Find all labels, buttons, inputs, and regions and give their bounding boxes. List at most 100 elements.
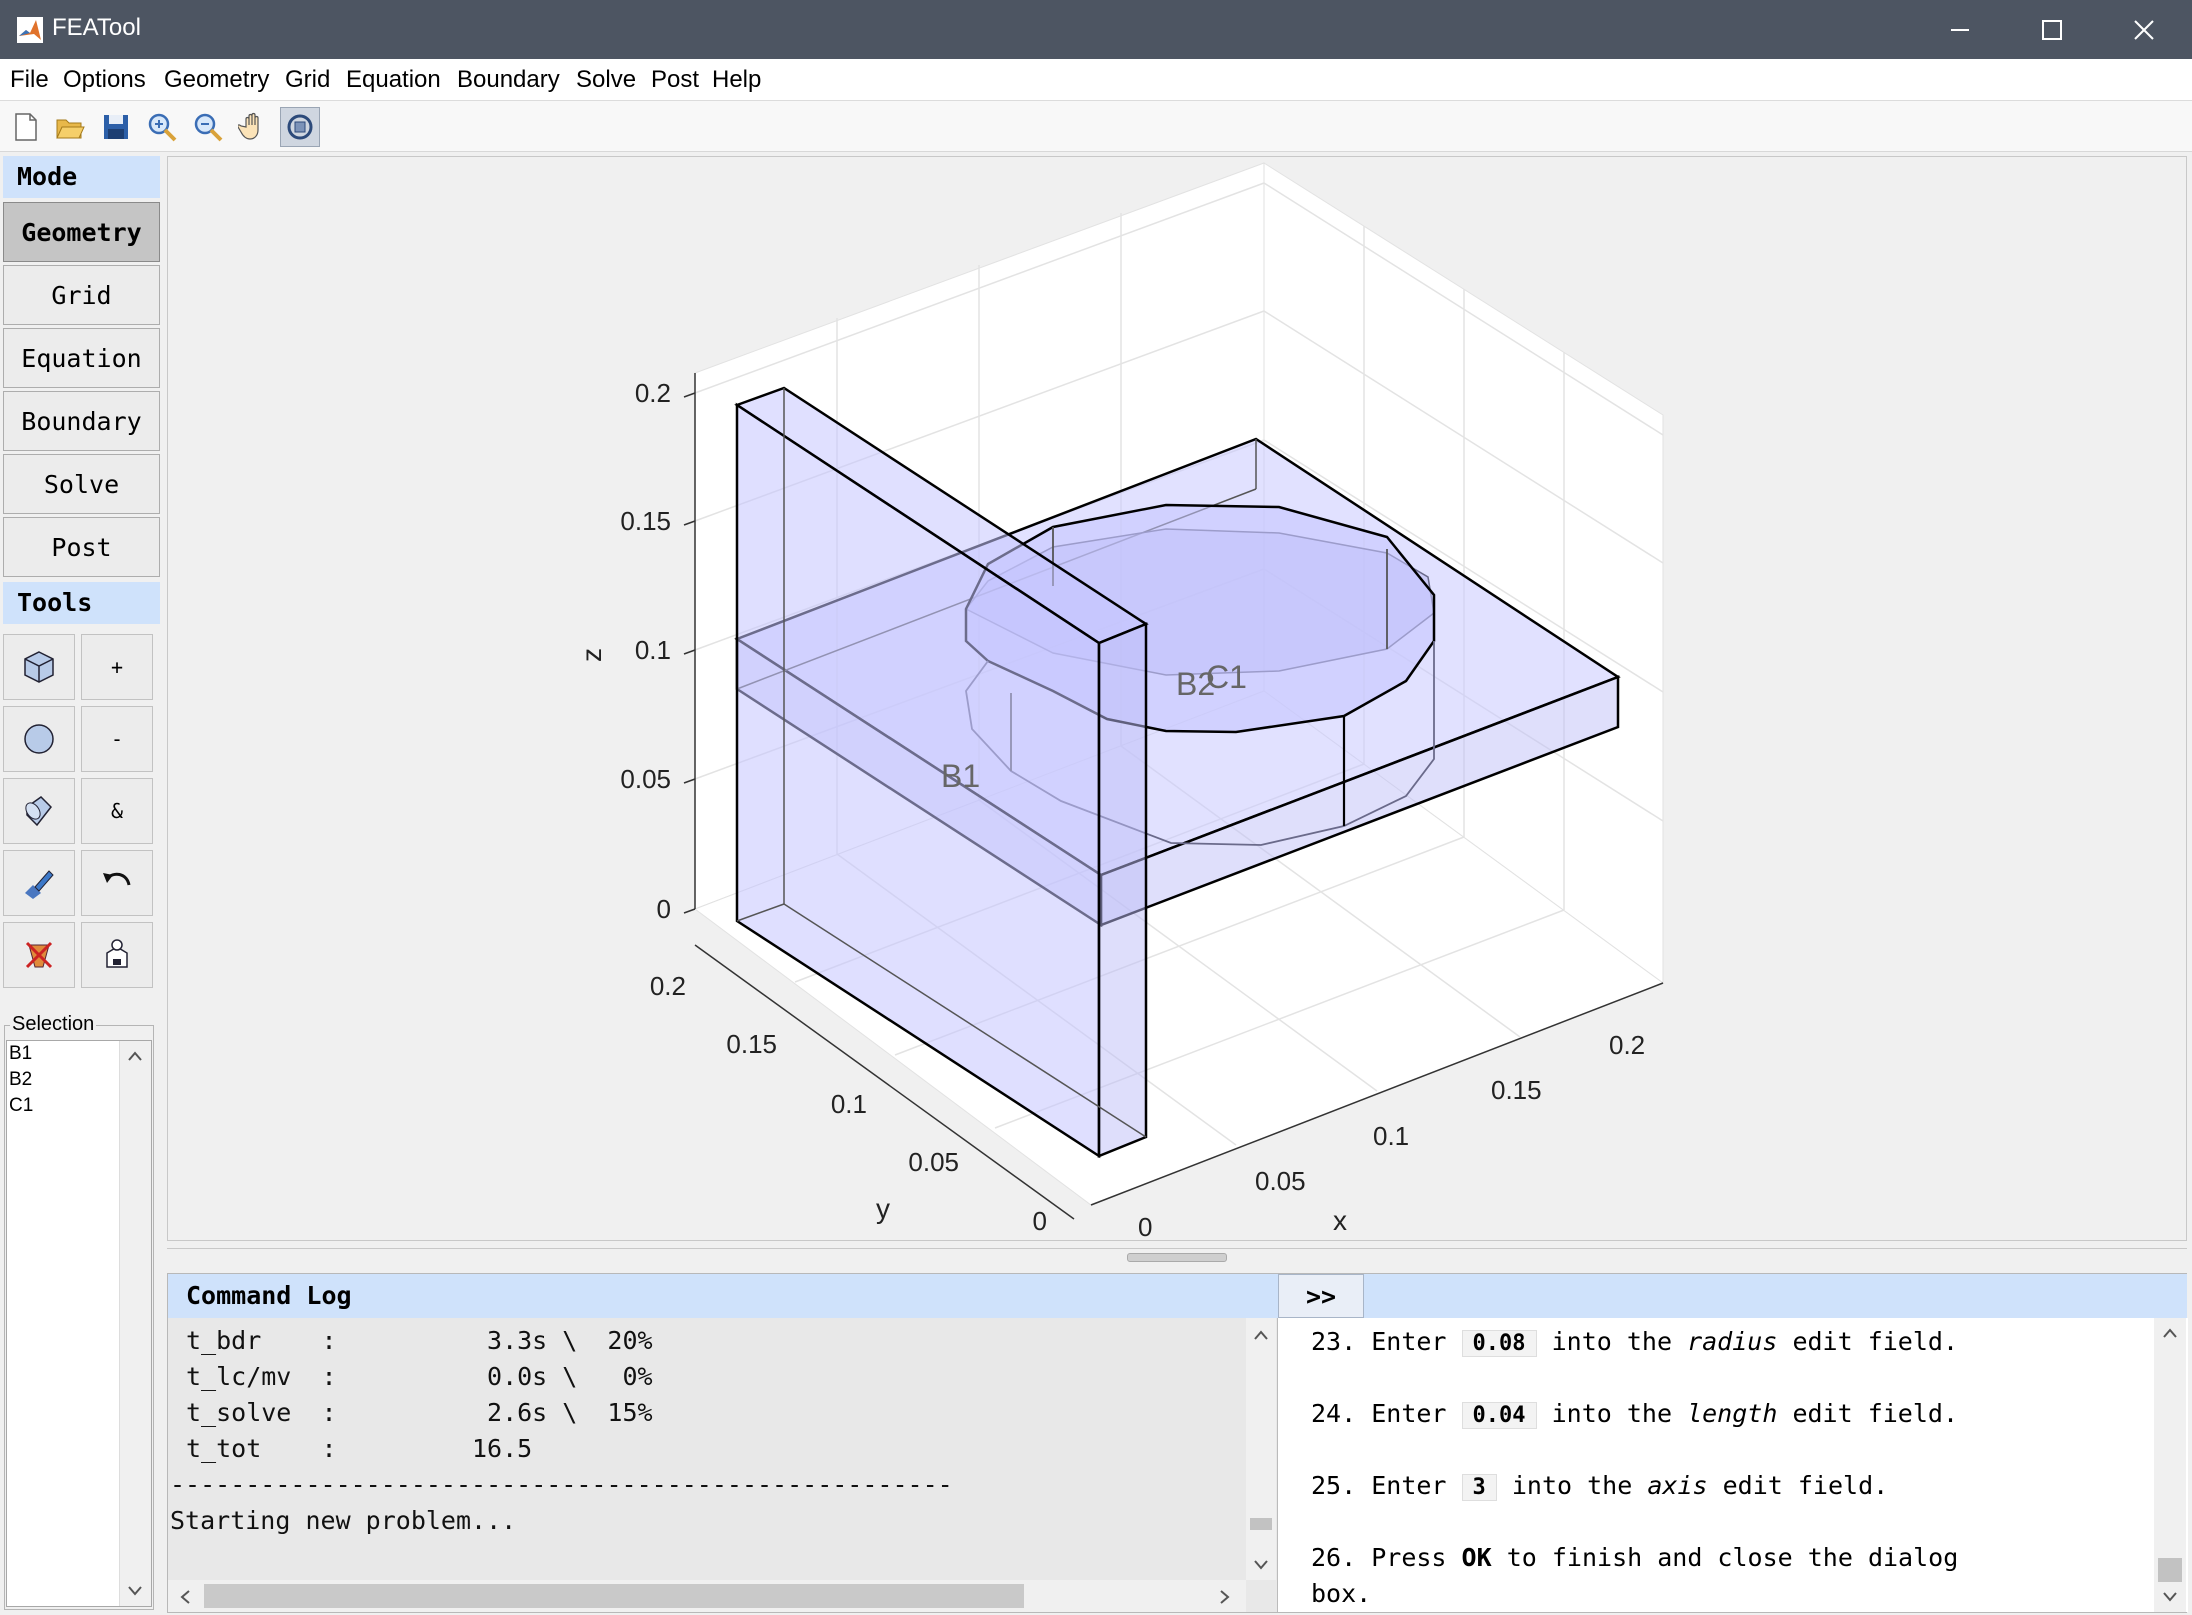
y-tick-0.2: 0.2: [650, 971, 686, 1001]
union-button[interactable]: +: [81, 634, 153, 700]
selection-listbox[interactable]: B1 B2 C1: [6, 1040, 152, 1607]
log-line: t_solve : 2.6s \ 15%: [186, 1398, 653, 1427]
menu-help[interactable]: Help: [712, 66, 761, 94]
command-log-text[interactable]: t_bdr : 3.3s \ 20% t_lc/mv : 0.0s \ 0% t…: [168, 1318, 1278, 1612]
menu-boundary[interactable]: Boundary: [457, 66, 560, 94]
instruction-step-24: 24. Enter 0.04 into the length edit fiel…: [1311, 1399, 1959, 1429]
minimize-button[interactable]: [1914, 0, 2006, 59]
log-scroll-thumb[interactable]: [1250, 1518, 1272, 1530]
geometry-plot-axes[interactable]: C1 B2 B1 0.2 0.15 0.1 0.05 0 0.2 0.15 0.…: [167, 156, 2188, 1242]
cube-icon: [24, 651, 54, 683]
x-axis-label: x: [1333, 1205, 1347, 1236]
log-horizontal-scrollbar[interactable]: [168, 1580, 1246, 1612]
close-button[interactable]: [2098, 0, 2190, 59]
y-tick-0.15: 0.15: [726, 1029, 777, 1059]
z-tick-0.05: 0.05: [620, 764, 671, 794]
log-vertical-scrollbar[interactable]: [1246, 1318, 1276, 1580]
minimize-icon: [1951, 28, 1969, 31]
instructions-header: [1364, 1274, 2187, 1318]
instruction-step-25: 25. Enter 3 into the axis edit field.: [1311, 1471, 1889, 1501]
selection-item-b1[interactable]: B1: [9, 1043, 32, 1065]
rotate-3d-button[interactable]: [280, 107, 320, 147]
delete-object-button[interactable]: [3, 922, 75, 988]
y-tick-0.1: 0.1: [831, 1089, 867, 1119]
plot-canvas[interactable]: C1 B2 B1 0.2 0.15 0.1 0.05 0 0.2 0.15 0.…: [168, 157, 2188, 1242]
value-badge: 0.08: [1461, 1330, 1537, 1357]
open-button[interactable]: [50, 107, 90, 147]
z-axis-label: z: [576, 648, 607, 662]
menu-grid[interactable]: Grid: [285, 66, 330, 94]
instruction-step-26-cont: box.: [1311, 1579, 1372, 1608]
menu-geometry[interactable]: Geometry: [164, 66, 269, 94]
edit-object-button[interactable]: [3, 850, 75, 916]
mode-solve-button[interactable]: Solve: [3, 454, 160, 514]
mode-grid-button[interactable]: Grid: [3, 265, 160, 325]
instruction-step-23: 23. Enter 0.08 into the radius edit fiel…: [1311, 1327, 1959, 1357]
x-tick-0.2: 0.2: [1609, 1030, 1645, 1060]
mode-boundary-button[interactable]: Boundary: [3, 391, 160, 451]
command-log-header: Command Log: [168, 1274, 1278, 1318]
menu-equation[interactable]: Equation: [346, 66, 441, 94]
maximize-button[interactable]: [2006, 0, 2098, 59]
z-tick-0: 0: [657, 894, 671, 924]
add-cylinder-button[interactable]: [3, 778, 75, 844]
instructions-scroll-thumb[interactable]: [2158, 1558, 2182, 1582]
selection-item-b2[interactable]: B2: [9, 1069, 32, 1091]
open-folder-icon: [56, 119, 85, 139]
add-cube-button[interactable]: [3, 634, 75, 700]
intersect-button[interactable]: &: [81, 778, 153, 844]
selection-item-c1[interactable]: C1: [9, 1095, 33, 1117]
menu-post[interactable]: Post: [651, 66, 699, 94]
y-tick-0.05: 0.05: [908, 1147, 959, 1177]
pan-hand-icon: [238, 112, 259, 140]
undo-button[interactable]: [81, 850, 153, 916]
toolbar: [0, 101, 2192, 152]
z-tick-0.1: 0.1: [635, 635, 671, 665]
y-axis-label: y: [876, 1193, 890, 1224]
close-icon: [2134, 19, 2154, 40]
scroll-up-icon: [128, 1051, 142, 1061]
scroll-down-icon: [2163, 1592, 2177, 1602]
scroll-down-icon: [128, 1586, 142, 1596]
z-tick-0.2: 0.2: [635, 378, 671, 408]
pan-button[interactable]: [234, 107, 274, 147]
mode-post-button[interactable]: Post: [3, 517, 160, 577]
x-tick-0.05: 0.05: [1255, 1166, 1306, 1196]
b1-label: B1: [941, 758, 980, 794]
scroll-right-icon: [1220, 1590, 1230, 1604]
mode-geometry-button[interactable]: Geometry: [3, 202, 160, 262]
instructions-scrollbar[interactable]: [2154, 1318, 2186, 1612]
log-hscroll-thumb[interactable]: [204, 1584, 1024, 1608]
value-badge: 0.04: [1461, 1402, 1537, 1429]
x-tick-0.15: 0.15: [1491, 1075, 1542, 1105]
undo-icon: [103, 872, 131, 886]
panel-splitter[interactable]: [167, 1248, 2187, 1266]
selection-scrollbar[interactable]: [119, 1041, 151, 1606]
splitter-handle[interactable]: [1127, 1253, 1227, 1262]
log-line: t_lc/mv : 0.0s \ 0%: [186, 1362, 653, 1391]
zoom-out-button[interactable]: [188, 107, 228, 147]
log-line: Starting new problem...: [170, 1506, 517, 1535]
export-geometry-button[interactable]: [81, 922, 153, 988]
subtract-button[interactable]: -: [81, 706, 153, 772]
bottom-panel: Command Log >> t_bdr : 3.3s \ 20% t_lc/m…: [167, 1273, 2188, 1613]
x-tick-0.1: 0.1: [1373, 1121, 1409, 1151]
rotate-3d-icon: [287, 114, 313, 140]
zoom-in-button[interactable]: [142, 107, 182, 147]
mode-header: Mode: [3, 156, 160, 198]
menu-solve[interactable]: Solve: [576, 66, 636, 94]
mode-equation-button[interactable]: Equation: [3, 328, 160, 388]
matlab-logo-icon: [17, 17, 43, 43]
menu-options[interactable]: Options: [63, 66, 146, 94]
menu-file[interactable]: File: [10, 66, 49, 94]
new-file-button[interactable]: [6, 107, 46, 147]
save-button[interactable]: [96, 107, 136, 147]
x-tick-0: 0: [1138, 1212, 1152, 1242]
edit-object-icon: [25, 870, 54, 899]
menu-bar: File Options Geometry Grid Equation Boun…: [0, 59, 2192, 101]
title-bar: FEATool: [0, 0, 2192, 59]
new-file-icon: [15, 113, 37, 141]
toggle-tutorial-button[interactable]: >>: [1278, 1274, 1364, 1318]
window-title: FEATool: [52, 14, 141, 41]
add-circle-button[interactable]: [3, 706, 75, 772]
